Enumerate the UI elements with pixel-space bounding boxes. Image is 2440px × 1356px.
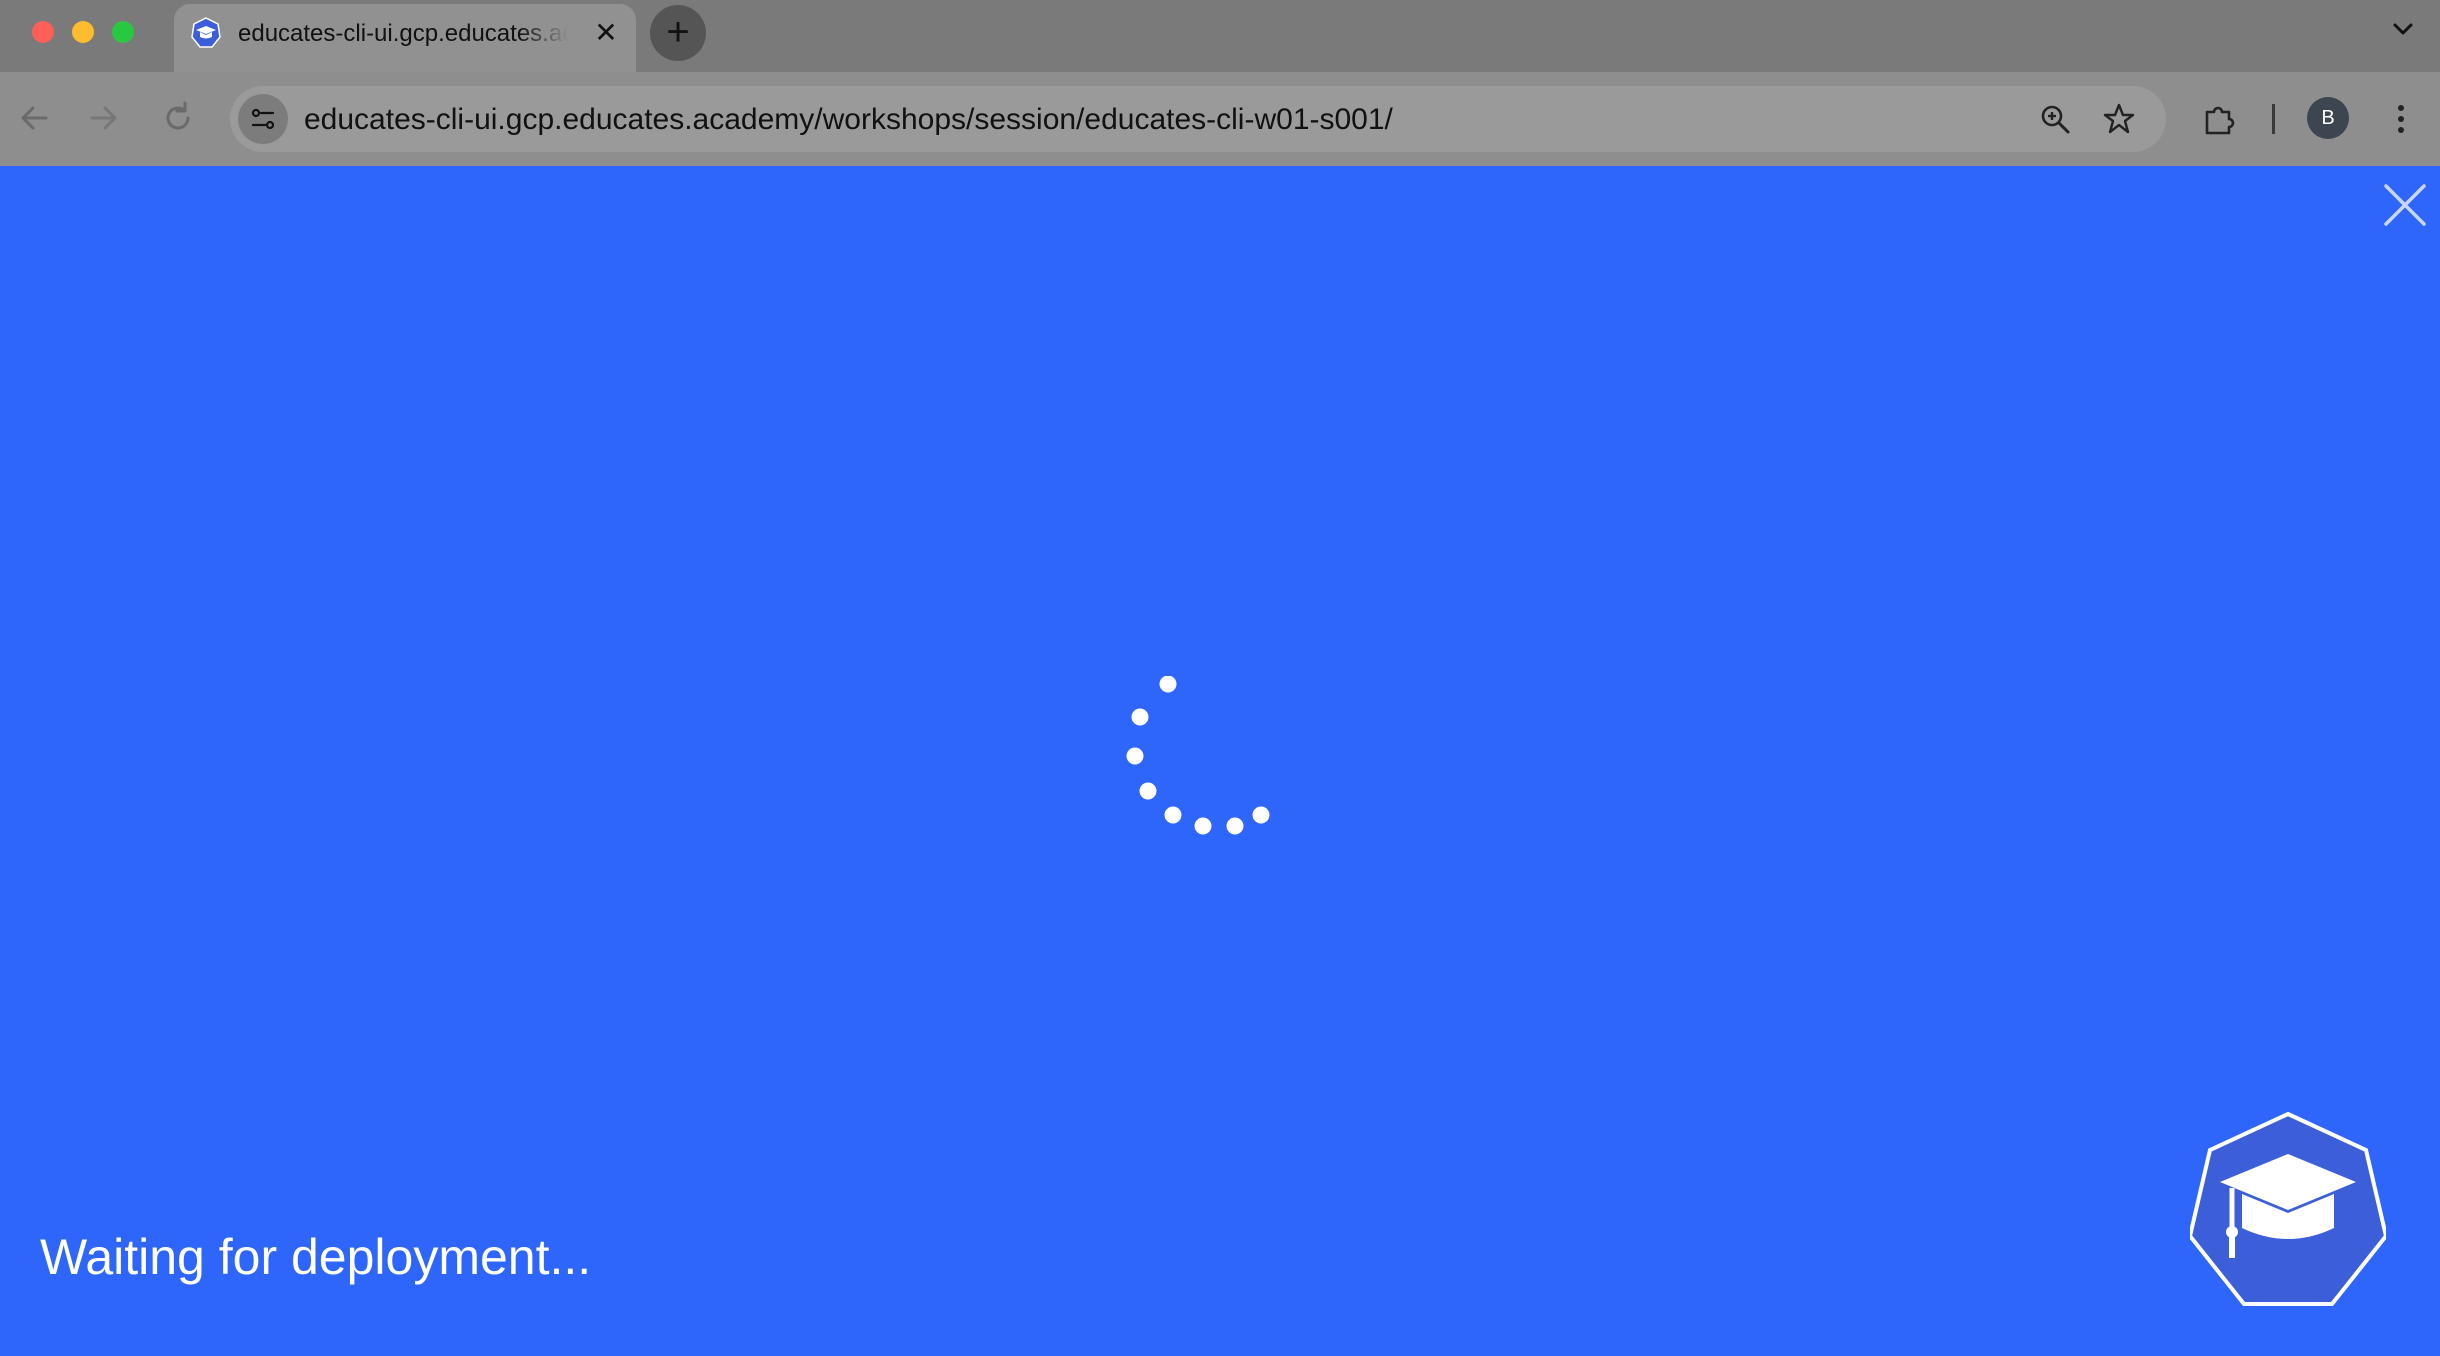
spinner-dot <box>1164 806 1182 824</box>
spinner-dot <box>1126 747 1144 765</box>
spinner-dot <box>1159 676 1177 693</box>
workshop-loading-page: Waiting for deployment... <box>0 166 2440 1356</box>
spinner-dot <box>1194 817 1212 835</box>
spinner-dot <box>1139 782 1157 800</box>
tab-title: educates-cli-ui.gcp.educates.academy <box>238 20 568 47</box>
site-settings-icon <box>251 108 275 130</box>
spinner-dot <box>1226 817 1244 835</box>
spinner-dot <box>1131 708 1149 726</box>
maximize-window-button[interactable] <box>112 21 134 43</box>
extensions-puzzle-icon[interactable] <box>2200 100 2238 138</box>
zoom-icon[interactable] <box>2038 102 2072 136</box>
new-tab-button[interactable]: + <box>650 5 706 61</box>
back-arrow-icon[interactable] <box>14 98 54 138</box>
browser-window: educates-cli-ui.gcp.educates.academy ✕ + <box>0 0 2440 1356</box>
forward-arrow-icon[interactable] <box>84 98 124 138</box>
url-text[interactable]: educates-cli-ui.gcp.educates.academy/wor… <box>304 103 1393 137</box>
more-vert-icon[interactable] <box>2382 100 2420 138</box>
browser-toolbar: educates-cli-ui.gcp.educates.academy/wor… <box>0 72 2440 166</box>
profile-avatar[interactable]: B <box>2307 97 2349 139</box>
status-message: Waiting for deployment... <box>40 1229 592 1285</box>
browser-tab[interactable]: educates-cli-ui.gcp.educates.academy ✕ <box>174 4 636 72</box>
address-bar[interactable]: educates-cli-ui.gcp.educates.academy/wor… <box>230 86 2166 152</box>
bookmark-star-icon[interactable] <box>2102 102 2136 136</box>
educates-logo-icon <box>2190 1111 2386 1306</box>
tab-close-icon[interactable]: ✕ <box>592 19 620 47</box>
tab-search-chevron-icon[interactable] <box>2388 14 2418 44</box>
toolbar-divider <box>2272 104 2275 134</box>
graduation-cap-hexagon-icon <box>191 17 221 48</box>
site-info-button[interactable] <box>238 94 288 144</box>
minimize-window-button[interactable] <box>72 21 94 43</box>
reload-icon[interactable] <box>158 98 198 138</box>
loading-spinner-icon <box>1126 676 1270 835</box>
close-window-button[interactable] <box>32 21 54 43</box>
tab-strip: educates-cli-ui.gcp.educates.academy ✕ + <box>0 0 2440 72</box>
spinner-dot <box>1252 806 1270 824</box>
close-icon[interactable] <box>2382 182 2428 228</box>
